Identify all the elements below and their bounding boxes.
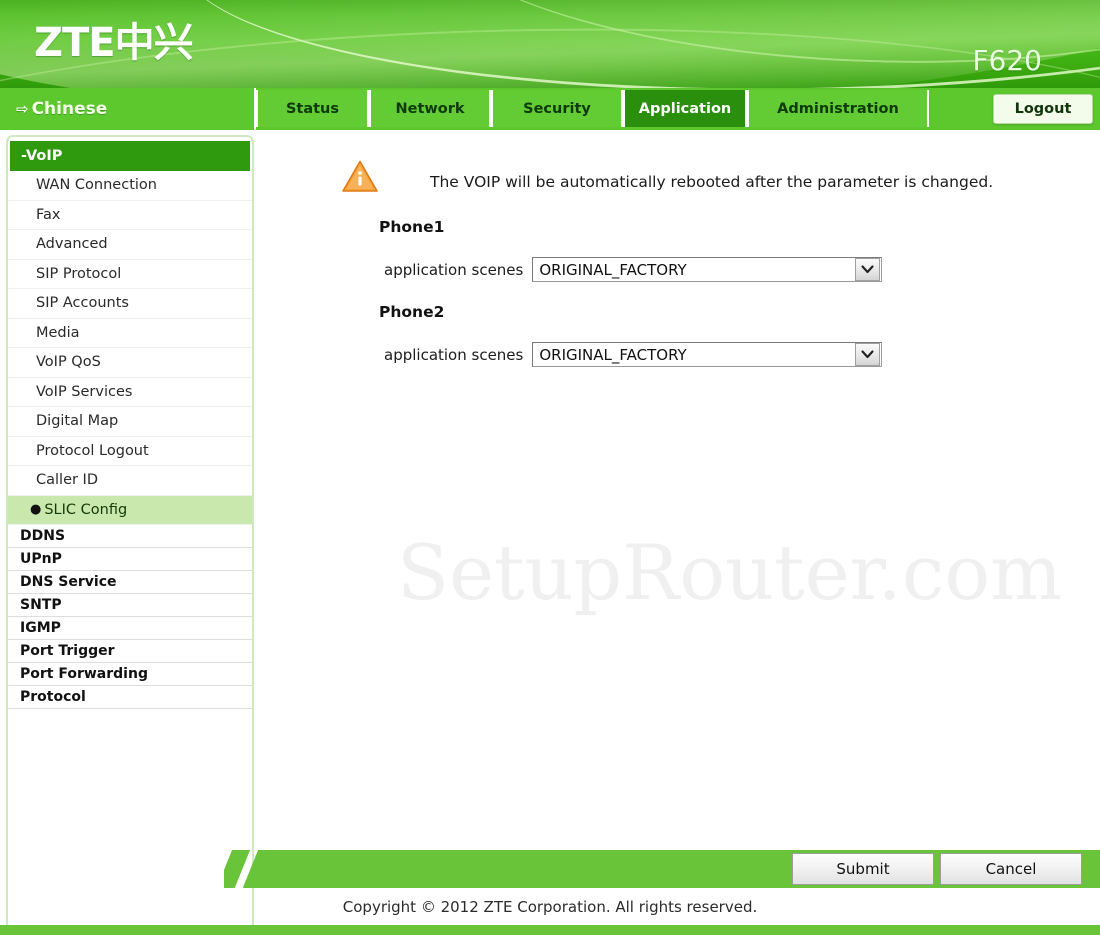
nav-tabs: Status Network Security Application Admi… bbox=[256, 88, 986, 130]
tab-application[interactable]: Application bbox=[623, 90, 747, 127]
sidebar-item-sntp[interactable]: SNTP bbox=[8, 594, 252, 617]
sidebar-item-label: VoIP Services bbox=[36, 383, 133, 400]
sidebar-item-voip-qos[interactable]: VoIP QoS bbox=[8, 348, 252, 378]
sidebar-item-label: IGMP bbox=[20, 620, 61, 636]
phone1-heading: Phone1 bbox=[379, 218, 445, 236]
sidebar-item-protocol[interactable]: Protocol bbox=[8, 686, 252, 709]
content-panel: SetupRouter.com The VOIP will be automat… bbox=[262, 130, 1100, 895]
sidebar-item-port-forwarding[interactable]: Port Forwarding bbox=[8, 663, 252, 686]
sidebar-group-voip-label: -VoIP bbox=[21, 148, 63, 164]
sidebar-item-sip-accounts[interactable]: SIP Accounts bbox=[8, 289, 252, 319]
language-switch-label: Chinese bbox=[31, 99, 108, 119]
phone1-field-row: application scenes ORIGINAL_FACTORY bbox=[384, 257, 883, 282]
page-header: ZTE中兴 F620 bbox=[0, 0, 1100, 88]
sidebar-item-label: SNTP bbox=[20, 597, 62, 613]
sidebar-item-dns-service[interactable]: DNS Service bbox=[8, 571, 252, 594]
phone2-heading: Phone2 bbox=[379, 303, 445, 321]
sidebar-item-port-trigger[interactable]: Port Trigger bbox=[8, 640, 252, 663]
sidebar-item-label: SIP Protocol bbox=[36, 265, 122, 282]
copyright-text: Copyright © 2012 ZTE Corporation. All ri… bbox=[342, 898, 758, 916]
sidebar-item-fax[interactable]: Fax bbox=[8, 200, 252, 230]
sidebar-panel: -VoIP WAN Connection Fax Advanced SIP Pr… bbox=[6, 135, 254, 930]
tab-administration[interactable]: Administration bbox=[747, 90, 929, 127]
language-switch-cell: ⇨ Chinese bbox=[0, 88, 256, 130]
sidebar-item-label: WAN Connection bbox=[36, 177, 157, 194]
sidebar-menu: -VoIP WAN Connection Fax Advanced SIP Pr… bbox=[8, 141, 252, 709]
phone2-application-scenes-value: ORIGINAL_FACTORY bbox=[539, 345, 687, 364]
tab-network-label: Network bbox=[395, 100, 465, 117]
phone1-application-scenes-select[interactable]: ORIGINAL_FACTORY bbox=[532, 257, 883, 282]
watermark: SetupRouter.com bbox=[397, 528, 1063, 617]
sidebar-item-caller-id[interactable]: Caller ID bbox=[8, 466, 252, 496]
phone1-application-scenes-label: application scenes bbox=[384, 260, 524, 279]
phone1-application-scenes-value: ORIGINAL_FACTORY bbox=[539, 260, 687, 279]
sidebar-item-digital-map[interactable]: Digital Map bbox=[8, 407, 252, 437]
submit-button[interactable]: Submit bbox=[792, 853, 934, 885]
notice-text: The VOIP will be automatically rebooted … bbox=[430, 173, 994, 191]
phone2-field-row: application scenes ORIGINAL_FACTORY bbox=[384, 342, 883, 367]
sidebar-item-slic-config[interactable]: ● SLIC Config bbox=[8, 495, 252, 525]
chevron-down-icon[interactable] bbox=[855, 258, 881, 281]
sidebar-item-advanced[interactable]: Advanced bbox=[8, 230, 252, 260]
sidebar-item-igmp[interactable]: IGMP bbox=[8, 617, 252, 640]
bottom-green-strip bbox=[0, 925, 1100, 935]
tab-status-label: Status bbox=[285, 100, 340, 117]
sidebar-item-label: SIP Accounts bbox=[36, 295, 129, 312]
logout-button[interactable]: Logout bbox=[993, 94, 1093, 124]
chevron-down-icon[interactable] bbox=[855, 343, 881, 366]
sidebar-item-voip-services[interactable]: VoIP Services bbox=[8, 377, 252, 407]
sidebar-item-label: Port Trigger bbox=[20, 643, 115, 659]
footer-slash-decoration bbox=[224, 850, 286, 888]
sidebar-item-media[interactable]: Media bbox=[8, 318, 252, 348]
sidebar-item-protocol-logout[interactable]: Protocol Logout bbox=[8, 436, 252, 466]
router-model-label: F620 bbox=[972, 44, 1042, 77]
language-switch-link[interactable]: ⇨ Chinese bbox=[16, 99, 107, 119]
sidebar-group-voip[interactable]: -VoIP bbox=[10, 141, 250, 171]
sidebar-item-label: Advanced bbox=[36, 236, 108, 253]
logout-cell: Logout bbox=[986, 88, 1100, 130]
sidebar-item-label: Caller ID bbox=[36, 472, 99, 489]
phone2-application-scenes-select[interactable]: ORIGINAL_FACTORY bbox=[532, 342, 883, 367]
sidebar-item-label: Protocol Logout bbox=[36, 442, 149, 459]
sidebar-item-ddns[interactable]: DDNS bbox=[8, 525, 252, 548]
arrow-right-icon: ⇨ bbox=[16, 99, 29, 118]
sidebar-item-label: SLIC Config bbox=[44, 501, 128, 518]
sidebar-item-upnp[interactable]: UPnP bbox=[8, 548, 252, 571]
tab-status[interactable]: Status bbox=[256, 90, 369, 127]
sidebar-item-label: Digital Map bbox=[36, 413, 119, 430]
nav-spacer bbox=[929, 88, 986, 130]
main-navigation-bar: ⇨ Chinese Status Network Security Applic… bbox=[0, 88, 1100, 130]
tab-administration-label: Administration bbox=[777, 100, 899, 117]
tab-network[interactable]: Network bbox=[369, 90, 491, 127]
tab-security[interactable]: Security bbox=[491, 90, 623, 127]
sidebar-item-label: Port Forwarding bbox=[20, 666, 148, 682]
sidebar-item-wan-connection[interactable]: WAN Connection bbox=[8, 171, 252, 201]
sidebar-item-label: VoIP QoS bbox=[36, 354, 101, 371]
notice-banner: The VOIP will be automatically rebooted … bbox=[342, 160, 1042, 194]
page-body: -VoIP WAN Connection Fax Advanced SIP Pr… bbox=[0, 130, 1100, 930]
footer-buttons: Submit Cancel bbox=[792, 853, 1082, 885]
sidebar-item-label: DNS Service bbox=[20, 574, 117, 590]
cancel-button[interactable]: Cancel bbox=[940, 853, 1082, 885]
sidebar-item-label: Media bbox=[36, 324, 80, 341]
sidebar-item-label: Protocol bbox=[20, 689, 86, 705]
sidebar-item-label: UPnP bbox=[20, 551, 62, 567]
tab-application-label: Application bbox=[638, 100, 732, 117]
sidebar-item-label: Fax bbox=[36, 206, 61, 223]
phone2-application-scenes-label: application scenes bbox=[384, 345, 524, 364]
zte-logo: ZTE中兴 bbox=[34, 20, 194, 66]
warning-triangle-icon bbox=[342, 160, 378, 192]
footer-action-bar: Submit Cancel bbox=[0, 850, 1100, 888]
sidebar-item-label: DDNS bbox=[20, 528, 66, 544]
sidebar-item-sip-protocol[interactable]: SIP Protocol bbox=[8, 259, 252, 289]
bullet-icon: ● bbox=[30, 502, 42, 518]
tab-security-label: Security bbox=[523, 100, 591, 117]
